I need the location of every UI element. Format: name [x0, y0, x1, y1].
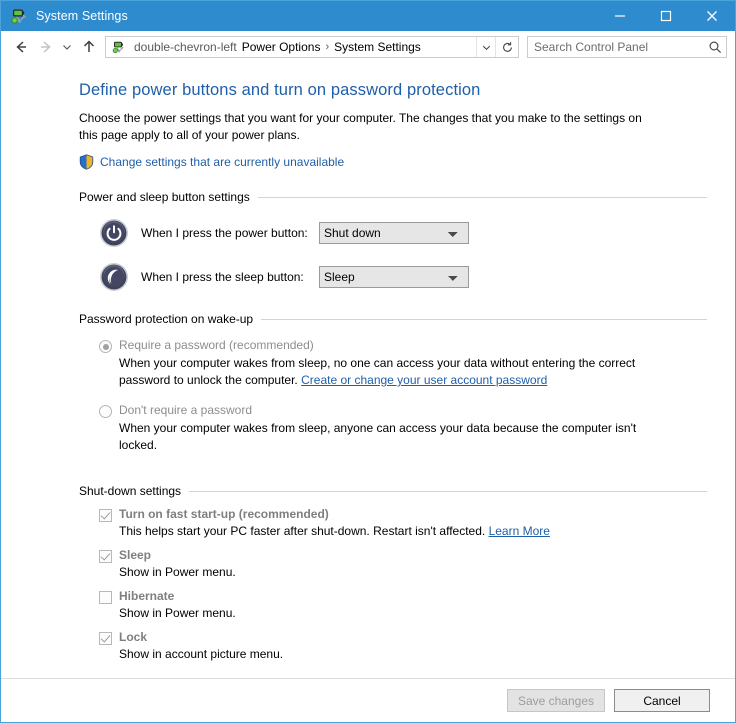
lock-item[interactable]: Lock Show in account picture menu.	[79, 630, 707, 662]
breadcrumb-overflow-icon[interactable]: double-chevron-left	[130, 40, 241, 54]
learn-more-link[interactable]: Learn More	[489, 524, 550, 538]
back-arrow-icon[interactable]	[9, 34, 33, 60]
power-button-label: When I press the power button:	[141, 226, 308, 240]
require-password-radio[interactable]	[99, 340, 112, 353]
password-protection-group: Password protection on wake-up Require a…	[79, 312, 709, 454]
address-bar: double-chevron-left Power Options › Syst…	[1, 31, 735, 63]
search-icon[interactable]	[704, 40, 726, 54]
maximize-button[interactable]	[643, 1, 689, 31]
require-password-description: When your computer wakes from sleep, no …	[99, 355, 679, 389]
dont-require-password-option[interactable]: Don't require a password When your compu…	[79, 403, 707, 454]
dont-require-password-description: When your computer wakes from sleep, any…	[119, 421, 637, 452]
content-area: Define power buttons and turn on passwor…	[1, 63, 735, 678]
dont-require-password-label: Don't require a password	[119, 403, 253, 417]
password-protection-group-header: Password protection on wake-up	[79, 312, 707, 326]
chevron-down-icon[interactable]	[476, 37, 495, 57]
fast-startup-description-text: This helps start your PC faster after sh…	[119, 524, 489, 538]
create-change-password-link[interactable]: Create or change your user account passw…	[301, 373, 547, 387]
shutdown-settings-group-header: Shut-down settings	[79, 484, 707, 498]
fast-startup-label: Turn on fast start-up (recommended)	[119, 507, 329, 521]
dialog-footer: Save changes Cancel	[1, 678, 735, 722]
group-rule	[189, 490, 707, 492]
hibernate-description: Show in Power menu.	[119, 606, 236, 620]
lock-checkbox[interactable]	[99, 632, 112, 645]
sleep-checkbox[interactable]	[99, 550, 112, 563]
refresh-icon[interactable]	[495, 37, 518, 57]
power-sleep-group: Power and sleep button settings When I p…	[79, 190, 709, 292]
system-settings-window: System Settings double-chevron-left Powe…	[0, 0, 736, 723]
sleep-button-row: When I press the sleep button: Sleep	[79, 262, 707, 292]
breadcrumb-bar[interactable]: double-chevron-left Power Options › Syst…	[105, 36, 519, 58]
require-password-option[interactable]: Require a password (recommended) When yo…	[79, 338, 707, 389]
fast-startup-item[interactable]: Turn on fast start-up (recommended) This…	[79, 507, 707, 539]
sleep-button-label: When I press the sleep button:	[141, 270, 304, 284]
lock-description: Show in account picture menu.	[119, 647, 284, 661]
sleep-button-icon	[99, 262, 129, 292]
page-title: Define power buttons and turn on passwor…	[79, 81, 481, 99]
shield-icon	[79, 154, 94, 170]
sleep-item[interactable]: Sleep Show in Power menu.	[79, 548, 707, 580]
hibernate-item[interactable]: Hibernate Show in Power menu.	[79, 589, 707, 621]
require-password-label: Require a password (recommended)	[119, 338, 314, 352]
minimize-button[interactable]	[597, 1, 643, 31]
shutdown-settings-group-label: Shut-down settings	[79, 484, 182, 498]
up-arrow-icon[interactable]	[77, 34, 101, 60]
power-button-icon	[99, 218, 129, 248]
close-button[interactable]	[689, 1, 735, 31]
group-rule	[257, 196, 707, 198]
power-button-row: When I press the power button: Shut down	[79, 218, 707, 248]
search-input[interactable]	[528, 40, 704, 54]
shutdown-settings-group: Shut-down settings Turn on fast start-up…	[79, 484, 709, 662]
power-options-icon	[8, 6, 28, 26]
recent-locations-icon[interactable]	[57, 34, 77, 60]
breadcrumb-separator: ›	[325, 41, 330, 53]
hibernate-label: Hibernate	[119, 589, 175, 603]
power-sleep-group-label: Power and sleep button settings	[79, 190, 250, 204]
uac-change-settings-row[interactable]: Change settings that are currently unava…	[79, 154, 709, 170]
sleep-description: Show in Power menu.	[119, 565, 236, 579]
group-rule	[261, 318, 707, 320]
breadcrumb-item-power-options[interactable]: Power Options	[241, 40, 322, 54]
lock-label: Lock	[119, 630, 148, 644]
hibernate-checkbox[interactable]	[99, 591, 112, 604]
sleep-button-select[interactable]: Sleep	[319, 266, 469, 288]
breadcrumb-item-system-settings[interactable]: System Settings	[333, 40, 422, 54]
change-settings-link[interactable]: Change settings that are currently unava…	[100, 155, 344, 169]
sleep-label: Sleep	[119, 548, 152, 562]
dont-require-password-radio[interactable]	[99, 405, 112, 418]
fast-startup-checkbox[interactable]	[99, 509, 112, 522]
fast-startup-description: This helps start your PC faster after sh…	[99, 523, 707, 539]
page-intro: Choose the power settings that you want …	[79, 111, 642, 142]
power-button-select[interactable]: Shut down	[319, 222, 469, 244]
search-control-panel-box[interactable]	[527, 36, 727, 58]
power-sleep-group-header: Power and sleep button settings	[79, 190, 707, 204]
power-options-icon	[110, 39, 126, 55]
save-changes-button[interactable]: Save changes	[506, 689, 605, 712]
window-controls	[597, 1, 735, 31]
cancel-button[interactable]: Cancel	[614, 689, 710, 712]
window-title: System Settings	[36, 9, 128, 23]
password-protection-group-label: Password protection on wake-up	[79, 312, 254, 326]
title-bar: System Settings	[1, 1, 735, 31]
forward-arrow-icon	[33, 34, 57, 60]
